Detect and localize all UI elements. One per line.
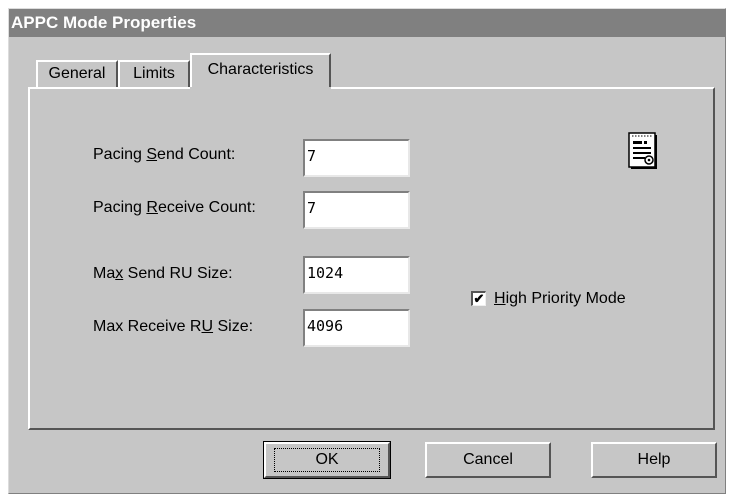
tab-limits[interactable]: Limits xyxy=(118,60,190,88)
tab-general[interactable]: General xyxy=(36,60,118,88)
tab-general-label: General xyxy=(48,65,106,82)
tab-characteristics-label: Characteristics xyxy=(207,61,314,78)
title-bar[interactable]: APPC Mode Properties xyxy=(9,9,725,37)
ok-button[interactable]: OK xyxy=(263,441,391,479)
tab-panel xyxy=(28,87,715,430)
help-button[interactable]: Help xyxy=(591,442,717,478)
window-title: APPC Mode Properties xyxy=(11,13,197,32)
tab-limits-label: Limits xyxy=(133,65,175,82)
cancel-button[interactable]: Cancel xyxy=(425,442,551,478)
tab-characteristics[interactable]: Characteristics xyxy=(190,53,331,91)
